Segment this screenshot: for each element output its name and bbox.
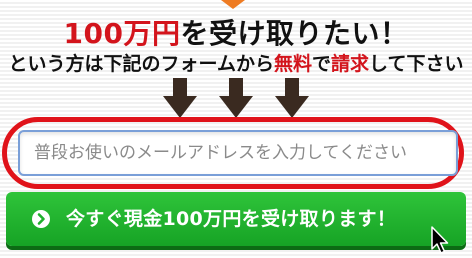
down-arrows bbox=[0, 78, 472, 120]
down-arrow-icon bbox=[219, 78, 253, 120]
headline: 100万円を受け取りたい！ bbox=[0, 17, 472, 51]
subheadline-text-2: で bbox=[311, 53, 331, 75]
subheadline-text-1: という方は下記のフォームから bbox=[8, 53, 274, 75]
down-arrow-icon bbox=[275, 78, 309, 120]
subheadline-text-3: して下さい bbox=[369, 53, 464, 75]
chevron-right-icon bbox=[32, 210, 50, 228]
headline-text: を受け取りたい！ bbox=[180, 17, 409, 50]
orange-down-arrow-icon bbox=[221, 0, 245, 9]
email-input[interactable] bbox=[18, 130, 458, 176]
headline-accent: 100万円 bbox=[63, 17, 181, 50]
subheadline-accent-request: 請求 bbox=[331, 53, 370, 75]
submit-button[interactable]: 今すぐ現金100万円を受け取ります！ bbox=[6, 192, 466, 246]
down-arrow-icon bbox=[163, 78, 197, 120]
subheadline: という方は下記のフォームから無料で請求して下さい bbox=[0, 52, 472, 76]
subheadline-accent-free: 無料 bbox=[273, 53, 312, 75]
mouse-cursor-icon bbox=[431, 226, 449, 254]
submit-button-label: 今すぐ現金100万円を受け取ります！ bbox=[66, 208, 397, 230]
